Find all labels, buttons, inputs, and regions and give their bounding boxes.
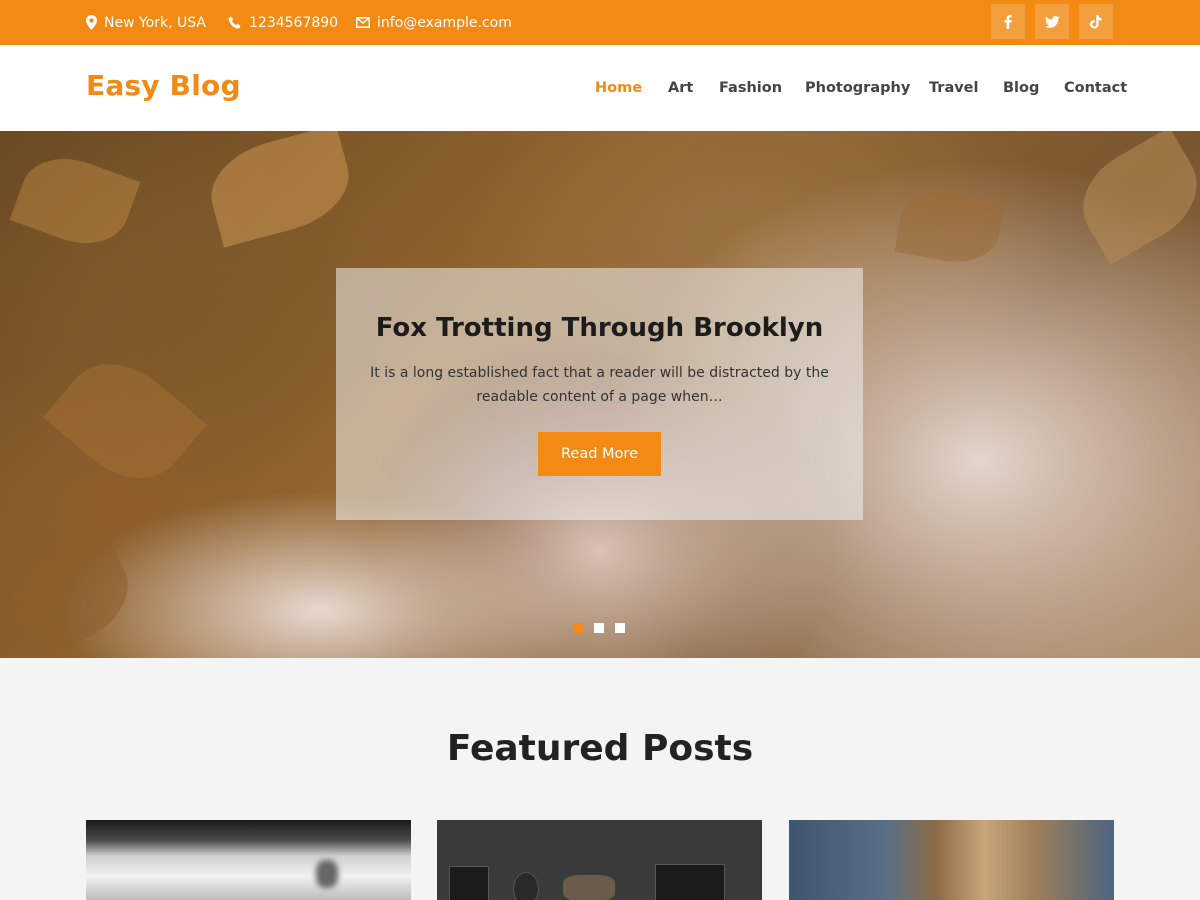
phone-icon [228,16,241,29]
leaf-decor [1065,131,1200,265]
leaf-decor [43,340,207,502]
leaf-decor [200,131,360,248]
leaf-decor [0,529,144,658]
nav-photography[interactable]: Photography [805,45,910,131]
slide-title[interactable]: Fox Trotting Through Brooklyn [336,313,863,343]
twitter-link[interactable] [1035,4,1069,39]
leaf-decor [9,144,141,258]
nav-travel[interactable]: Travel [929,45,979,131]
nav-blog[interactable]: Blog [1003,45,1039,131]
site-header: Easy Blog Home Art Fashion Photography T… [0,45,1200,131]
location-info: New York, USA [86,0,206,45]
phone-text: 1234567890 [249,14,339,31]
facebook-icon [1004,14,1012,29]
facebook-link[interactable] [991,4,1025,39]
slide-excerpt: It is a long established fact that a rea… [370,365,829,405]
nav-contact[interactable]: Contact [1064,45,1127,131]
featured-posts-heading: Featured Posts [446,728,754,769]
tiktok-icon [1090,14,1102,29]
email-text: info@example.com [377,14,512,31]
featured-post-card[interactable] [86,820,411,900]
slide-caption-box: Fox Trotting Through Brooklyn It is a lo… [336,268,863,520]
nav-fashion[interactable]: Fashion [719,45,782,131]
post-image-detail [563,875,615,900]
map-pin-icon [86,15,97,30]
post-image-detail [316,860,338,888]
slider-dot[interactable] [573,623,583,633]
twitter-icon [1044,15,1060,28]
site-logo[interactable]: Easy Blog [86,69,241,102]
featured-post-card[interactable] [789,820,1114,900]
slider-dot[interactable] [615,623,625,633]
envelope-icon [356,17,370,28]
tiktok-link[interactable] [1079,4,1113,39]
slider-dot[interactable] [594,623,604,633]
phone-info[interactable]: 1234567890 [228,0,338,45]
slider-pagination [573,623,625,633]
leaf-decor [894,182,1006,270]
post-image-detail [513,872,539,900]
email-info[interactable]: info@example.com [356,0,512,45]
hero-slider: Fox Trotting Through Brooklyn It is a lo… [0,131,1200,658]
read-more-button[interactable]: Read More [538,432,661,476]
featured-post-card[interactable] [437,820,762,900]
location-text: New York, USA [104,14,206,31]
post-image-detail [449,866,489,900]
nav-home[interactable]: Home [595,45,642,131]
post-image-detail [655,864,725,900]
top-bar: New York, USA 1234567890 info@example.co… [0,0,1200,45]
nav-art[interactable]: Art [668,45,693,131]
